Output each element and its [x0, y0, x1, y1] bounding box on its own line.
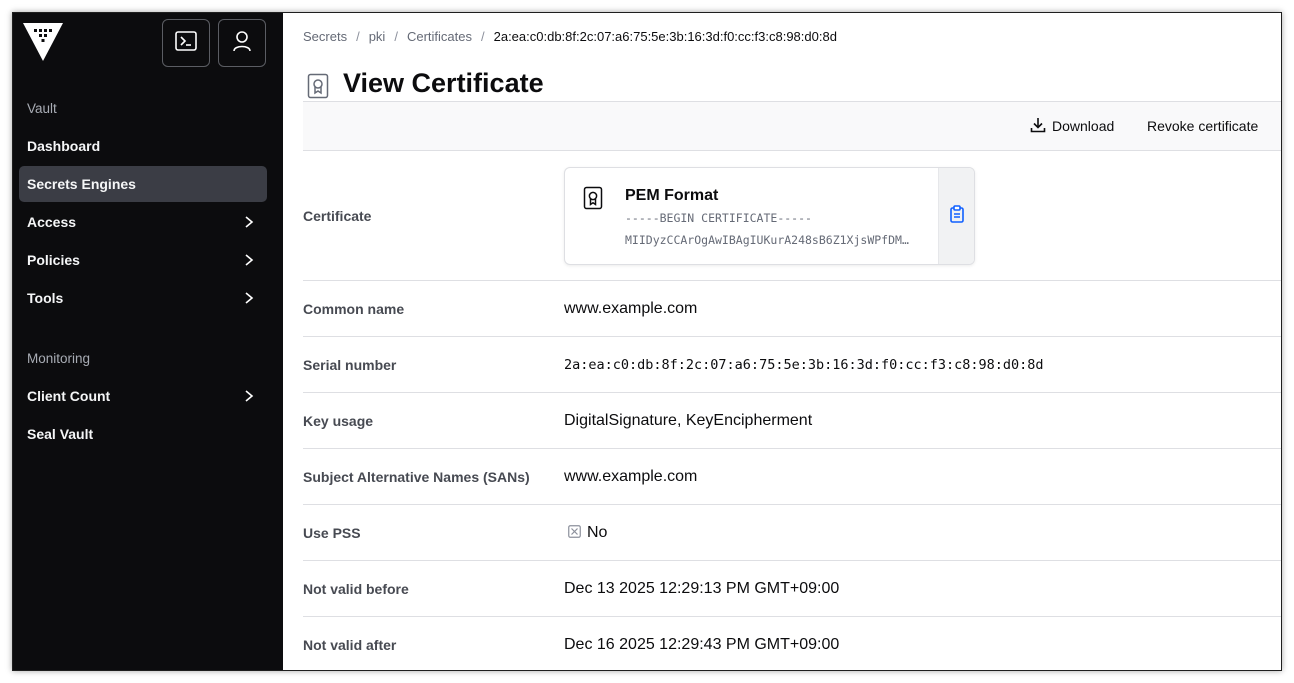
row-label: Serial number — [303, 356, 397, 373]
terminal-icon — [175, 30, 197, 56]
breadcrumb-link-pki[interactable]: pki — [369, 29, 386, 44]
sidebar-item-label: Client Count — [27, 388, 111, 404]
page-title: View Certificate — [343, 67, 544, 98]
sidebar-item-access[interactable]: Access — [19, 204, 267, 240]
sidebar: Vault Dashboard Secrets Engines Access P… — [13, 13, 283, 670]
breadcrumb-link-secrets[interactable]: Secrets — [303, 29, 347, 44]
breadcrumb-current: 2a:ea:c0:db:8f:2c:07:a6:75:5e:3b:16:3d:f… — [493, 29, 837, 44]
sidebar-item-policies[interactable]: Policies — [19, 242, 267, 278]
pem-title: PEM Format — [625, 187, 719, 204]
detail-row-common-name: Common name www.example.com — [303, 281, 1281, 337]
download-label: Download — [1052, 118, 1115, 134]
x-square-icon — [568, 524, 581, 538]
breadcrumb-link-certificates[interactable]: Certificates — [407, 29, 472, 44]
breadcrumb-separator: / — [480, 29, 485, 44]
download-button[interactable]: Download — [1030, 102, 1114, 150]
chevron-right-icon — [243, 215, 255, 229]
breadcrumb: Secrets / pki / Certificates / 2a:ea:c0:… — [303, 29, 837, 44]
sidebar-item-tools[interactable]: Tools — [19, 280, 267, 316]
row-label: Common name — [303, 300, 405, 317]
sidebar-item-label: Policies — [27, 252, 80, 268]
pem-text-line: -----BEGIN CERTIFICATE----- — [625, 211, 812, 225]
sidebar-item-label: Seal Vault — [27, 426, 94, 442]
row-value: Dec 16 2025 12:29:43 PM GMT+09:00 — [564, 636, 840, 653]
sidebar-item-secrets-engines[interactable]: Secrets Engines — [19, 166, 267, 202]
row-label: Not valid before — [303, 580, 409, 597]
detail-row-certificate: Certificate PEM Format -----BEGIN CERTIF… — [303, 151, 1281, 281]
detail-row-not-valid-before: Not valid before Dec 13 2025 12:29:13 PM… — [303, 561, 1281, 617]
detail-row-use-pss: Use PSS No — [303, 505, 1281, 561]
row-value-pss: No — [568, 524, 607, 542]
row-value: Dec 13 2025 12:29:13 PM GMT+09:00 — [564, 579, 840, 597]
sidebar-item-dashboard[interactable]: Dashboard — [19, 128, 267, 164]
user-menu-button[interactable] — [218, 19, 266, 67]
pss-value-text: No — [587, 523, 608, 541]
sidebar-item-client-count[interactable]: Client Count — [19, 378, 267, 414]
breadcrumb-separator: / — [356, 29, 360, 44]
row-label: Certificate — [303, 207, 372, 224]
row-label: Subject Alternative Names (SANs) — [303, 468, 530, 485]
row-label: Key usage — [303, 412, 374, 429]
row-label: Not valid after — [303, 637, 397, 653]
detail-row-key-usage: Key usage DigitalSignature, KeyEncipherm… — [303, 393, 1281, 449]
certificate-icon — [307, 73, 329, 99]
app-window: Vault Dashboard Secrets Engines Access P… — [12, 12, 1282, 671]
toolbar: Download Revoke certificate — [303, 101, 1281, 151]
revoke-label: Revoke certificate — [1147, 118, 1259, 134]
revoke-certificate-button[interactable]: Revoke certificate — [1147, 102, 1258, 150]
sidebar-item-label: Access — [27, 214, 77, 230]
vault-logo-icon[interactable] — [23, 23, 63, 63]
chevron-right-icon — [243, 253, 255, 267]
chevron-right-icon — [243, 389, 255, 403]
terminal-button[interactable] — [162, 19, 210, 67]
detail-row-not-valid-after: Not valid after Dec 16 2025 12:29:43 PM … — [303, 617, 1281, 670]
row-value: www.example.com — [564, 467, 698, 485]
sidebar-item-seal-vault[interactable]: Seal Vault — [19, 416, 267, 452]
row-value: 2a:ea:c0:db:8f:2c:07:a6:75:5e:3b:16:3d:f… — [564, 356, 1044, 373]
detail-row-serial-number: Serial number 2a:ea:c0:db:8f:2c:07:a6:75… — [303, 337, 1281, 393]
page-header: View Certificate — [307, 67, 544, 99]
copy-certificate-button[interactable] — [938, 168, 974, 264]
row-value: www.example.com — [564, 299, 698, 317]
main-content: Secrets / pki / Certificates / 2a:ea:c0:… — [283, 13, 1281, 670]
detail-row-sans: Subject Alternative Names (SANs) www.exa… — [303, 449, 1281, 505]
clipboard-copy-icon — [949, 204, 965, 228]
section-label-vault: Vault — [27, 101, 57, 116]
sidebar-item-label: Tools — [27, 290, 64, 306]
certificate-icon — [583, 186, 603, 210]
sidebar-item-label: Dashboard — [27, 138, 101, 154]
sidebar-item-label: Secrets Engines — [27, 176, 136, 192]
chevron-right-icon — [243, 291, 255, 305]
breadcrumb-separator: / — [394, 29, 398, 44]
user-icon — [232, 30, 252, 57]
row-label: Use PSS — [303, 524, 361, 541]
row-value: DigitalSignature, KeyEncipherment — [564, 411, 813, 429]
pem-certificate-card: PEM Format -----BEGIN CERTIFICATE----- M… — [564, 167, 975, 265]
download-icon — [1030, 117, 1052, 136]
pem-text-line: MIIDyzCCArOgAwIBAgIUKurA248sB6Z1XjsWPfDM… — [625, 233, 909, 247]
section-label-monitoring: Monitoring — [27, 351, 91, 366]
